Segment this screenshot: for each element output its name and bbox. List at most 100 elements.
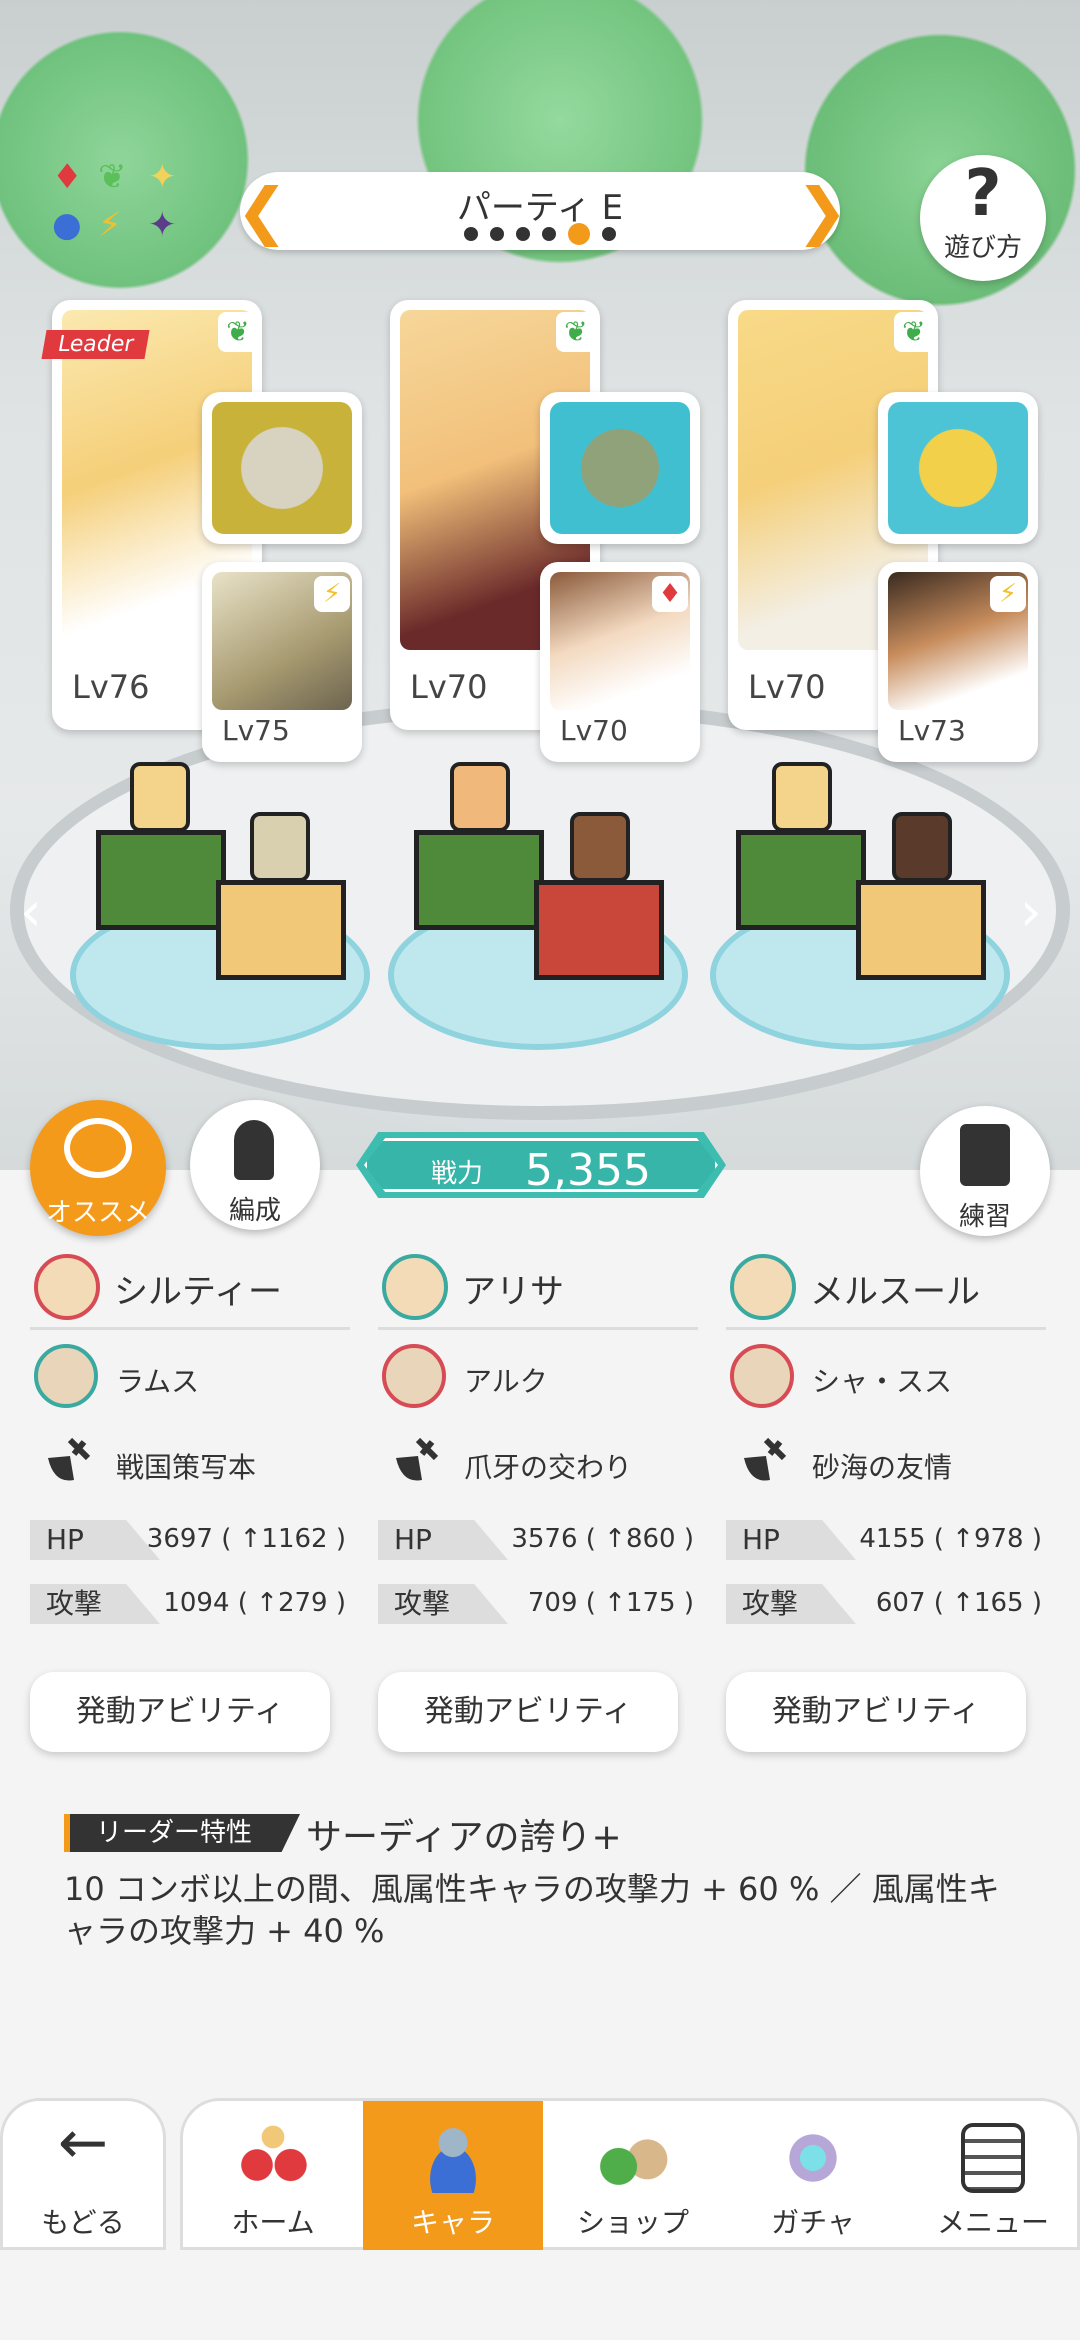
attack-label: 攻撃	[726, 1584, 856, 1624]
unit-slot-3[interactable]: ❦ Lv70 ⚡ Lv73	[728, 300, 1058, 762]
wind-attribute-icon: ❦	[894, 312, 934, 352]
avatar	[730, 1344, 794, 1408]
ability-button[interactable]: 発動アビリティ	[378, 1672, 678, 1752]
pixel-character-sprite	[892, 812, 952, 882]
back-arrow-icon: ←	[57, 2108, 109, 2178]
equipment-card[interactable]	[540, 392, 700, 544]
party-scene: ♦ ❦ ✦ ● ⚡ ✦ パーティ E ❮ ❯ ? 遊び方 ❦ Lv76 Lead…	[0, 0, 1080, 1170]
equipment-row[interactable]: 戦国策写本	[30, 1414, 350, 1498]
pixel-character-sprite	[130, 762, 190, 832]
party-page-dots	[240, 223, 840, 245]
attack-value: 607 ( ↑165 )	[875, 1588, 1042, 1618]
recommend-label: オススメ	[45, 1198, 150, 1228]
fire-attribute-icon: ♦	[652, 576, 688, 612]
hp-stat: HP 4155 ( ↑978 )	[726, 1518, 1046, 1562]
main-level: Lv76	[72, 668, 150, 706]
sub-character-name: シャ・スス	[812, 1365, 953, 1398]
ability-button[interactable]: 発動アビリティ	[726, 1672, 1026, 1752]
back-label: もどる	[41, 2206, 125, 2239]
main-character-name: メルスール	[810, 1272, 980, 1312]
attack-stat: 攻撃 709 ( ↑175 )	[378, 1582, 698, 1626]
equipment-row[interactable]: 爪牙の交わり	[378, 1414, 698, 1498]
gacha-icon	[773, 2123, 853, 2193]
wind-attribute-icon: ❦	[556, 312, 596, 352]
unit-info-column-1: シルティー ラムス 戦国策写本 HP 3697 ( ↑1162 ) 攻撃 109…	[30, 1250, 350, 1752]
sub-character-name: ラムス	[116, 1365, 200, 1398]
help-button[interactable]: ? 遊び方	[920, 155, 1046, 281]
pixel-character-sprite	[450, 762, 510, 832]
attack-label: 攻撃	[30, 1584, 160, 1624]
tab-shop[interactable]: ショップ	[543, 2101, 723, 2253]
leader-skill-name: サーディアの誇り+	[306, 1817, 622, 1858]
avatar	[382, 1344, 446, 1408]
party-dot[interactable]	[490, 227, 504, 241]
hp-stat: HP 3576 ( ↑860 )	[378, 1518, 698, 1562]
help-label: 遊び方	[943, 233, 1022, 263]
attack-value: 709 ( ↑175 )	[527, 1588, 694, 1618]
main-character-row[interactable]: シルティー	[30, 1250, 350, 1330]
party-selector: パーティ E	[240, 172, 840, 250]
sub-level: Lv70	[560, 714, 628, 747]
sub-character-card[interactable]: ⚡ Lv75	[202, 562, 362, 762]
hp-label: HP	[726, 1520, 856, 1560]
scroll-right-icon[interactable]: ›	[1020, 880, 1042, 943]
practice-button[interactable]: 練習	[920, 1106, 1050, 1236]
nav-tabs: ホーム キャラ ショップ ガチャ メニュー	[180, 2098, 1080, 2253]
recommend-button[interactable]: オススメ	[30, 1100, 166, 1236]
tab-gacha[interactable]: ガチャ	[723, 2101, 903, 2253]
attack-stat: 攻撃 1094 ( ↑279 )	[30, 1582, 350, 1626]
main-level: Lv70	[410, 668, 488, 706]
sub-character-row[interactable]: シャ・スス	[726, 1330, 1046, 1414]
equipment-card[interactable]	[878, 392, 1038, 544]
sub-character-card[interactable]: ♦ Lv70	[540, 562, 700, 762]
party-dot[interactable]	[464, 227, 478, 241]
ability-button[interactable]: 発動アビリティ	[30, 1672, 330, 1752]
sand-item-icon	[888, 402, 1028, 534]
sub-character-row[interactable]: アルク	[378, 1330, 698, 1414]
sub-character-card[interactable]: ⚡ Lv73	[878, 562, 1038, 762]
tab-label: ホーム	[231, 2206, 315, 2239]
hp-value: 3697 ( ↑1162 )	[146, 1524, 346, 1554]
formation-button[interactable]: 編成	[190, 1100, 320, 1230]
equipment-card[interactable]	[202, 392, 362, 544]
unit-slot-1[interactable]: ❦ Lv76 Leader ⚡ Lv75	[41, 300, 382, 762]
unit-info-column-3: メルスール シャ・スス 砂海の友情 HP 4155 ( ↑978 ) 攻撃 60…	[726, 1250, 1046, 1752]
hp-value: 4155 ( ↑978 )	[859, 1524, 1042, 1554]
tab-menu[interactable]: メニュー	[903, 2101, 1080, 2253]
main-character-name: シルティー	[114, 1272, 282, 1312]
party-dot[interactable]	[516, 227, 530, 241]
scroll-item-icon	[212, 402, 352, 534]
equipment-row[interactable]: 砂海の友情	[726, 1414, 1046, 1498]
tab-label: キャラ	[410, 2206, 495, 2239]
hp-value: 3576 ( ↑860 )	[511, 1524, 694, 1554]
party-dot[interactable]	[602, 227, 616, 241]
main-character-row[interactable]: メルスール	[726, 1250, 1046, 1330]
formation-label: 編成	[228, 1196, 281, 1226]
scroll-left-icon[interactable]: ‹	[20, 880, 42, 943]
pixel-character-sprite	[250, 812, 310, 882]
tab-character[interactable]: キャラ	[363, 2101, 543, 2253]
character-icon	[413, 2123, 493, 2193]
prev-party-arrow-icon[interactable]: ❮	[236, 176, 288, 246]
tab-label: ガチャ	[771, 2206, 855, 2239]
pixel-block	[414, 830, 544, 930]
equipment-name: 爪牙の交わり	[464, 1451, 633, 1484]
recommend-icon	[64, 1118, 132, 1178]
party-dot[interactable]	[542, 227, 556, 241]
tab-home[interactable]: ホーム	[183, 2101, 363, 2253]
leader-skill-description: 10 コンボ以上の間、風属性キャラの攻撃力 + 60 % ／ 風属性キャラの攻撃…	[64, 1870, 1000, 1950]
attack-value: 1094 ( ↑279 )	[163, 1588, 346, 1618]
main-character-row[interactable]: アリサ	[378, 1250, 698, 1330]
unit-slot-2[interactable]: ❦ Lv70 ♦ Lv70	[390, 300, 720, 762]
sub-character-row[interactable]: ラムス	[30, 1330, 350, 1414]
party-dot-active[interactable]	[568, 223, 590, 245]
back-button[interactable]: ← もどる	[0, 2098, 166, 2250]
sub-level: Lv75	[222, 714, 290, 747]
practice-label: 練習	[958, 1202, 1011, 1232]
next-party-arrow-icon[interactable]: ❯	[796, 176, 848, 246]
pixel-block	[534, 880, 664, 980]
equipment-icon	[744, 1437, 787, 1481]
home-icon	[233, 2123, 313, 2193]
orb-item-icon	[550, 402, 690, 534]
tab-label: メニュー	[936, 2206, 1049, 2239]
